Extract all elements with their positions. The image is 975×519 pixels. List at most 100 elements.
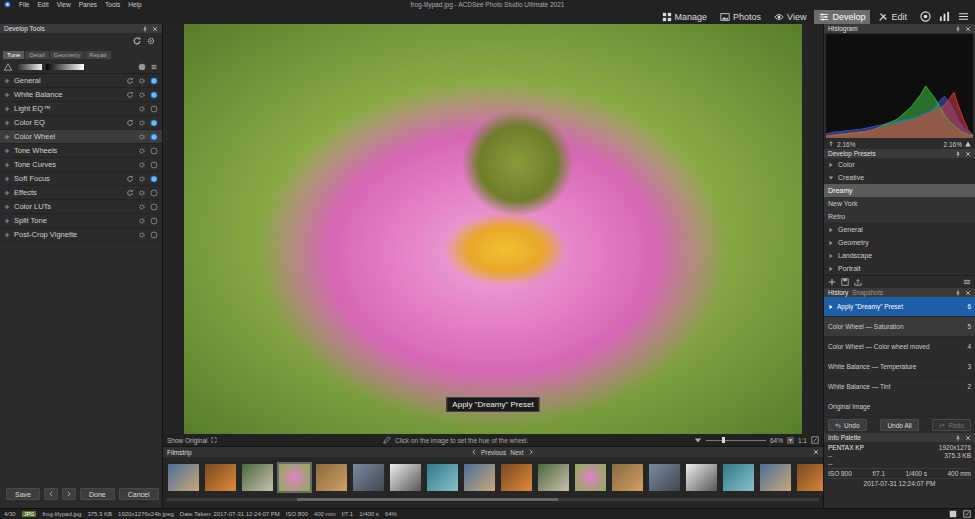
zoom-menu-icon[interactable]: [694, 436, 702, 444]
history-button[interactable]: Undo: [828, 419, 867, 431]
expand-plus-icon[interactable]: [4, 120, 10, 126]
expand-plus-icon[interactable]: [4, 148, 10, 154]
thumbnail[interactable]: [351, 462, 386, 493]
reset-icon[interactable]: [126, 119, 134, 127]
save-preset-icon[interactable]: [841, 278, 849, 286]
history-tab[interactable]: History: [828, 289, 848, 296]
share-preset-icon[interactable]: [854, 278, 862, 286]
fit-icon[interactable]: [811, 436, 819, 444]
history-item[interactable]: Original Image: [824, 397, 975, 417]
add-preset-icon[interactable]: [828, 278, 836, 286]
reset-icon[interactable]: [126, 77, 134, 85]
develop-tab[interactable]: Geometry: [50, 51, 84, 59]
thumbnail[interactable]: [166, 462, 201, 493]
thumbnail[interactable]: [425, 462, 460, 493]
warning-icon[interactable]: [4, 63, 12, 71]
expand-plus-icon[interactable]: [4, 218, 10, 224]
close-icon[interactable]: [965, 435, 971, 441]
expand-arrow-icon[interactable]: [828, 253, 834, 259]
thumbnail[interactable]: [277, 462, 312, 493]
gear-icon[interactable]: [138, 217, 146, 225]
expand-plus-icon[interactable]: [4, 106, 10, 112]
close-icon[interactable]: [152, 26, 158, 32]
close-icon[interactable]: [965, 151, 971, 157]
pin-icon[interactable]: [955, 290, 961, 296]
close-icon[interactable]: [965, 290, 971, 296]
power-toggle-icon[interactable]: [150, 91, 158, 99]
gear-icon[interactable]: [138, 147, 146, 155]
expand-plus-icon[interactable]: [4, 134, 10, 140]
history-button[interactable]: Undo All: [880, 419, 918, 431]
thumbnail[interactable]: [314, 462, 349, 493]
tool-group[interactable]: Soft Focus: [0, 172, 162, 186]
preset-item[interactable]: Retro: [824, 210, 975, 223]
gear-icon[interactable]: [138, 77, 146, 85]
history-item[interactable]: White Balance — Temperature 3: [824, 357, 975, 377]
tool-group[interactable]: Tone Wheels: [0, 144, 162, 158]
power-toggle-icon[interactable]: [150, 119, 158, 127]
thumbnail[interactable]: [795, 462, 823, 493]
gear-icon[interactable]: [138, 91, 146, 99]
reset-icon[interactable]: [126, 189, 134, 197]
previous-image-button[interactable]: [44, 488, 58, 500]
expand-plus-icon[interactable]: [4, 162, 10, 168]
preset-folder[interactable]: Portrait: [824, 262, 975, 275]
menu-item[interactable]: Panes: [79, 1, 97, 8]
power-toggle-icon[interactable]: [150, 77, 158, 85]
power-toggle-icon[interactable]: [150, 133, 158, 141]
mode-tab[interactable]: Photos: [715, 10, 766, 24]
gear-icon[interactable]: [138, 105, 146, 113]
expand-arrow-icon[interactable]: [828, 227, 834, 233]
expand-arrow-icon[interactable]: [828, 175, 834, 181]
tone-gradient[interactable]: [16, 64, 42, 70]
map-icon[interactable]: [949, 510, 957, 518]
cloud-365-icon[interactable]: [920, 11, 931, 22]
thumbnail[interactable]: [573, 462, 608, 493]
thumbnail[interactable]: [462, 462, 497, 493]
gear-icon[interactable]: [138, 189, 146, 197]
mode-tab[interactable]: Manage: [657, 10, 713, 24]
thumbnail[interactable]: [388, 462, 423, 493]
history-item[interactable]: Color Wheel — Saturation 5: [824, 317, 975, 337]
show-original-button[interactable]: Show Original: [167, 437, 207, 444]
thumbnail[interactable]: [536, 462, 571, 493]
fullscreen-icon[interactable]: [211, 437, 217, 443]
mode-tab[interactable]: Edit: [873, 10, 912, 24]
edit-status-icon[interactable]: [963, 510, 971, 518]
pin-icon[interactable]: [955, 435, 961, 441]
expand-icon[interactable]: [150, 63, 158, 71]
filmstrip-scrollbar[interactable]: [167, 498, 819, 501]
expand-arrow-icon[interactable]: [828, 266, 834, 272]
tool-group[interactable]: White Balance: [0, 88, 162, 102]
tool-group[interactable]: Split Tone: [0, 214, 162, 228]
power-toggle-icon[interactable]: [150, 231, 158, 239]
menu-item[interactable]: File: [19, 1, 29, 8]
preset-item[interactable]: Dreamy: [824, 184, 975, 197]
pin-icon[interactable]: [955, 151, 961, 157]
thumbnail[interactable]: [499, 462, 534, 493]
chevron-right-icon[interactable]: [528, 449, 534, 455]
mode-tab[interactable]: Develop: [814, 10, 870, 24]
save-button[interactable]: Save: [6, 488, 40, 500]
gear-icon[interactable]: [138, 203, 146, 211]
thumbnail[interactable]: [610, 462, 645, 493]
tool-group[interactable]: Color LUTs: [0, 200, 162, 214]
previous-button[interactable]: Previous: [481, 449, 506, 456]
zoom-slider-thumb[interactable]: [722, 437, 725, 443]
tool-group[interactable]: Color Wheel: [0, 130, 162, 144]
gear-icon[interactable]: [138, 133, 146, 141]
menu-item[interactable]: View: [57, 1, 71, 8]
history-tab[interactable]: Snapshots: [852, 289, 883, 296]
preset-folder[interactable]: Color: [824, 158, 975, 171]
power-toggle-icon[interactable]: [150, 105, 158, 113]
gear-icon[interactable]: [138, 231, 146, 239]
expand-plus-icon[interactable]: [4, 204, 10, 210]
tool-group[interactable]: Effects: [0, 186, 162, 200]
history-item[interactable]: Apply "Dreamy" Preset 6: [824, 297, 975, 317]
power-toggle-icon[interactable]: [150, 189, 158, 197]
power-toggle-icon[interactable]: [150, 175, 158, 183]
expand-plus-icon[interactable]: [4, 92, 10, 98]
thumbnail[interactable]: [721, 462, 756, 493]
dashboard-icon[interactable]: [939, 11, 950, 22]
menu-item[interactable]: Edit: [37, 1, 48, 8]
